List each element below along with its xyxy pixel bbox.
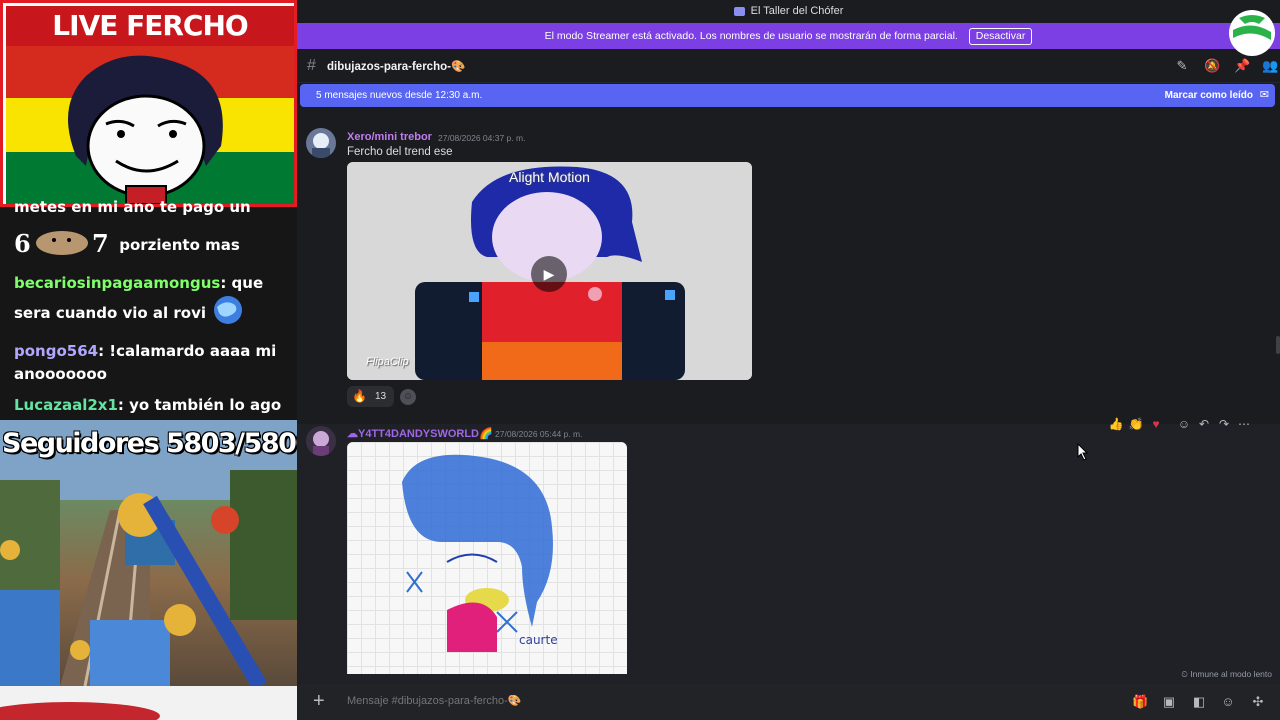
subway-surfers-scene (0, 420, 297, 686)
chat-username: Lucazaal2x1 (14, 396, 118, 414)
gif-icon[interactable]: ▣ (1161, 694, 1177, 710)
chat-username: becariosinpagaamongus (14, 274, 221, 292)
chat-message: metes en mi ano te pago un (14, 196, 294, 219)
video-attachment[interactable]: Alight Motion ▶ FlipaClip (347, 162, 752, 380)
forward-icon[interactable]: ↷ (1216, 416, 1232, 432)
chat-text: : yo también lo ago (117, 396, 282, 414)
emote-digit: 7 (92, 229, 109, 257)
mark-as-read-button[interactable]: Marcar como leído (1165, 84, 1253, 107)
cat-emote-icon: 6 7 (14, 227, 114, 264)
chat-message: Lucazaal2x1: yo también lo ago (14, 394, 294, 417)
heart-icon[interactable]: ♥ (1148, 416, 1164, 432)
discord-app-icon (733, 6, 745, 16)
upload-plus-icon[interactable]: + (313, 691, 325, 711)
video-watermark: Alight Motion (509, 169, 590, 185)
window-titlebar: El Taller del Chófer (297, 0, 1280, 23)
streamer-logo-icon (1229, 10, 1275, 56)
reaction-button[interactable]: 🔥 13 (347, 386, 394, 407)
webcam-frame: LIVE FERCHO REACTION (0, 0, 297, 207)
more-options-icon[interactable]: ⋯ (1236, 416, 1252, 432)
clock-icon: ⏲ (1181, 669, 1191, 679)
follower-goal-counter: Seguidores 5803/5800 (2, 428, 297, 459)
message-timestamp: 27/08/2026 04:37 p. m. (438, 133, 526, 143)
message-username[interactable]: Xero/mini trebor (347, 131, 432, 143)
mark-read-icon[interactable]: ✉ (1260, 84, 1269, 107)
slowmode-text: Inmune al modo lento (1190, 669, 1272, 679)
notification-mute-icon[interactable]: 🔕 (1204, 58, 1220, 74)
stream-overlay: LIVE FERCHO REACTION metes en mi ano te … (0, 0, 297, 720)
message-input[interactable] (347, 695, 1047, 707)
window-title: El Taller del Chófer (750, 5, 844, 17)
fire-emoji-icon: 🔥 (352, 389, 367, 403)
chat-username: pongo564 (14, 342, 99, 360)
streamer-notice: El modo Streamer está activado. Los nomb… (544, 30, 958, 42)
emoji-icon[interactable]: ☺ (1220, 694, 1236, 710)
discord-window: El Taller del Chófer El modo Streamer es… (297, 0, 1280, 720)
slowmode-immune-label: ⏲ Inmune al modo lento (1181, 669, 1272, 680)
mouse-cursor-icon (1077, 443, 1089, 461)
channel-name: dibujazos-para-fercho-🎨 (327, 61, 466, 73)
message-action-toolbar: 👍 👏 ♥ ☺ ↶ ↷ ⋯ (1108, 413, 1268, 435)
chat-text: porziento mas (119, 236, 240, 254)
reply-icon[interactable]: ↶ (1196, 416, 1212, 432)
cartoon-avatar-image (68, 55, 223, 204)
threads-icon[interactable]: ✎ (1174, 58, 1190, 74)
globe-emote-icon (211, 295, 245, 332)
drawing-image: caurte (402, 454, 558, 652)
chat-message: becariosinpagaamongus: que sera cuando v… (14, 272, 294, 332)
drawing-signature: caurte (519, 633, 558, 647)
new-messages-bar[interactable]: 5 mensajes nuevos desde 12:30 a.m. Marca… (300, 84, 1275, 107)
gift-icon[interactable]: 🎁 (1132, 694, 1148, 710)
overlay-bottom-image (0, 686, 297, 720)
sticker-icon[interactable]: ◧ (1191, 694, 1207, 710)
message-text: Fercho del trend ese (347, 146, 453, 158)
member-list-icon[interactable]: 👥 (1262, 58, 1278, 74)
channel-hash-icon: # (307, 57, 316, 74)
message-timestamp: 27/08/2026 05:44 p. m. (495, 429, 583, 439)
thumbs-up-icon[interactable]: 👍 (1108, 416, 1124, 432)
chat-message: pongo564: !calamardo aaaa mi anooooooo (14, 340, 294, 386)
play-icon[interactable]: ▶ (531, 256, 567, 292)
user-avatar[interactable] (306, 426, 336, 456)
streamer-mode-banner: El modo Streamer está activado. Los nomb… (297, 23, 1280, 49)
hand-clap-icon[interactable]: 👏 (1128, 416, 1144, 432)
channel-header: # dibujazos-para-fercho-🎨 ✎ 🔕 📌 👥 (297, 49, 1280, 83)
pin-icon[interactable]: 📌 (1234, 58, 1250, 74)
add-reaction-icon[interactable]: ☺ (400, 389, 416, 405)
scrollbar-thumb[interactable] (1276, 336, 1280, 354)
emote-digit: 6 (14, 229, 31, 257)
image-attachment[interactable]: caurte (347, 442, 627, 674)
user-avatar[interactable] (306, 128, 336, 158)
disable-streamer-mode-button[interactable]: Desactivar (968, 27, 1033, 45)
bolivia-flag-background (6, 46, 294, 204)
apps-icon[interactable]: ✣ (1250, 694, 1266, 710)
video-tag: FlipaClip (366, 356, 409, 368)
gameplay-video: Seguidores 5803/5800 (0, 420, 297, 686)
message-username[interactable]: ☁Y4TT4DANDYSWORLD🌈 (347, 427, 493, 440)
stream-chat: metes en mi ano te pago un 6 7 porziento… (14, 196, 294, 425)
add-reaction-icon[interactable]: ☺ (1176, 416, 1192, 432)
reaction-count: 13 (375, 391, 387, 402)
message-composer: + 🎁 ▣ ◧ ☺ ✣ (297, 684, 1280, 720)
new-messages-text: 5 mensajes nuevos desde 12:30 a.m. (316, 90, 483, 101)
chat-message: 6 7 porziento mas (14, 227, 294, 264)
webcam-title: LIVE FERCHO REACTION (6, 6, 294, 82)
chat-text: metes en mi ano te pago un (14, 198, 251, 216)
